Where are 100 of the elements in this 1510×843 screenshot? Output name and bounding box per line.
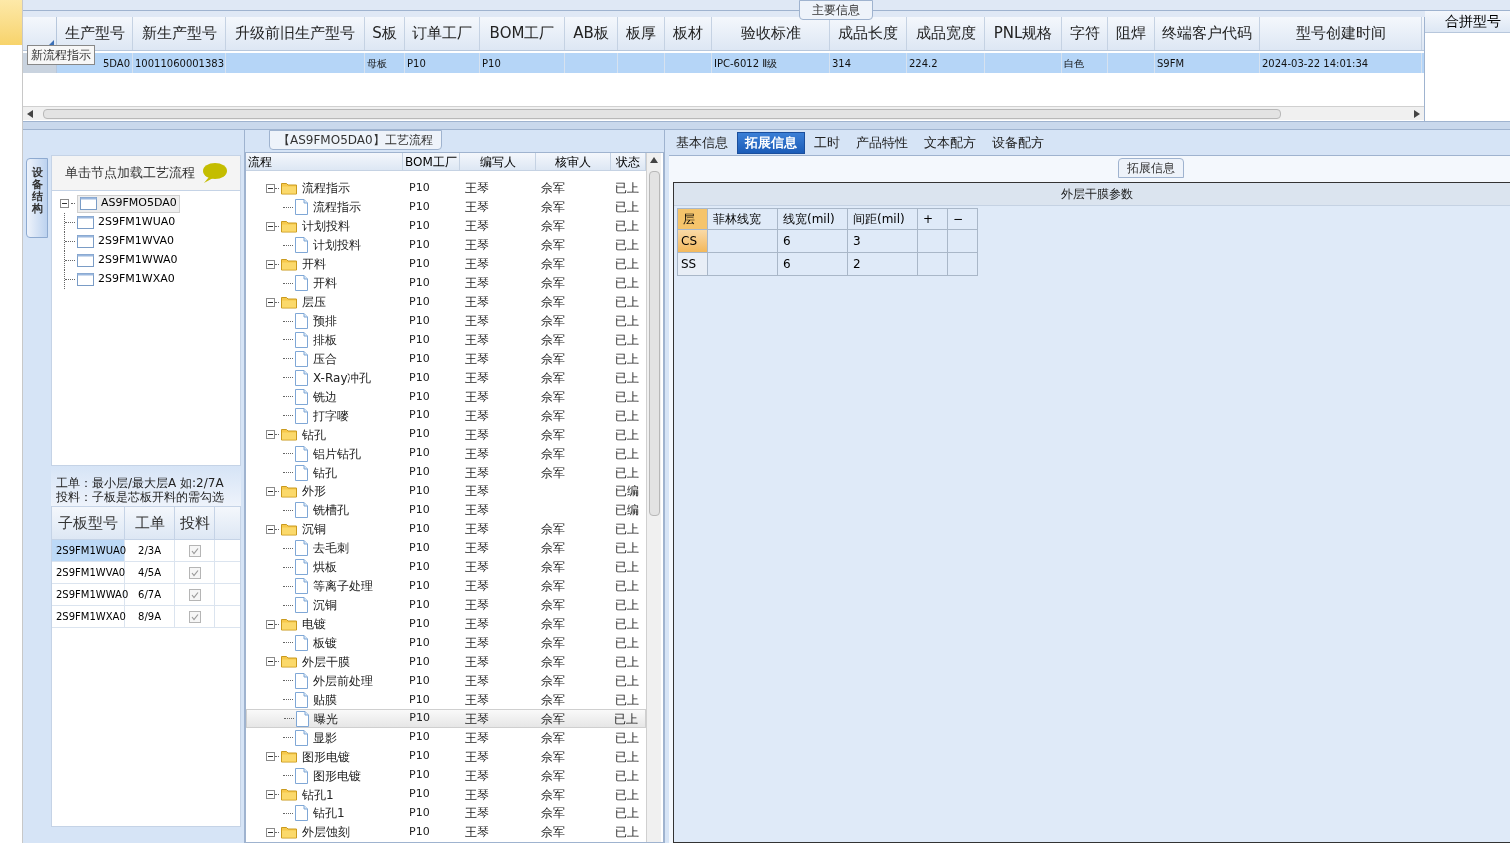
table-cell: 佘军 [541,560,565,575]
table-cell: 已上 [615,370,639,385]
table-cell: P10 [409,692,430,706]
table-cell: 佘军 [541,730,565,745]
table-cell: 佘军 [541,238,565,253]
table-cell: 王琴 [465,635,489,650]
table-cell: 王琴 [465,503,489,518]
table-cell: 已上 [615,389,639,404]
table-cell: 已上 [614,711,639,726]
table-cell-text: 母板 [367,56,387,71]
table-cell: 王琴 [465,711,489,726]
table-cell: 佘军 [541,635,565,650]
table-cell-text: P10 [482,56,501,71]
table-cell: 佘军 [541,200,565,215]
table-cell: 王琴 [465,768,489,783]
table-cell-text: 2024-03-22 14:01:34 [1262,56,1369,71]
table-cell: 王琴 [465,370,489,385]
table-cell: 已编 [615,503,639,518]
table-cell: 佘军 [541,219,565,234]
table-cell: P10 [409,711,430,725]
table-cell: 4/5A [125,562,175,583]
table-cell: 王琴 [465,314,489,328]
table-cell: P10 [409,200,430,214]
table-cell: 已上 [615,825,639,840]
table-cell-text: S9FM [1157,56,1185,71]
table-cell: 佘军 [541,332,565,347]
table-cell: 已上 [615,465,639,480]
table-cell: 王琴 [465,389,489,404]
table-cell: 王琴 [465,257,489,272]
table-cell: P10 [409,351,430,365]
table-cell-text: 2 [853,256,861,273]
table-cell: P10 [409,332,430,346]
table-cell: P10 [409,370,430,384]
table-cell: 已上 [615,238,639,253]
table-cell: 王琴 [465,332,489,347]
table-cell: 佘军 [540,711,565,726]
table-cell: 已上 [615,787,639,802]
table-cell: 佘军 [541,295,565,310]
table-cell: 王琴 [465,560,489,575]
table-cell: 王琴 [465,673,489,688]
table-cell: 已上 [615,200,639,215]
table-cell: P10 [409,219,430,233]
table-cell: 王琴 [465,465,489,480]
table-cell: 王琴 [465,427,489,442]
table-cell: P10 [409,238,430,251]
table-cell: 已上 [615,806,639,821]
table-cell: 佘军 [541,787,565,802]
table-cell: 佘军 [541,749,565,764]
table-cell: 佘军 [541,276,565,291]
table-cell: 王琴 [465,806,489,821]
hint-text: 单击节点加载工艺流程 [65,164,195,183]
table-cell: 王琴 [465,654,489,669]
table-cell: 王琴 [465,200,489,215]
table-cell: 已上 [615,730,639,745]
table-cell: 已上 [615,692,639,707]
table-cell: P10 [409,768,430,782]
table-cell-text: 314 [832,56,852,71]
table-cell: 佘军 [541,408,565,423]
table-cell: P10 [409,597,430,611]
table-cell: 佘军 [541,389,565,404]
table-cell: P10 [409,541,430,554]
table-cell: 已上 [615,560,639,575]
table-cell: 佘军 [541,370,565,385]
table-cell: 已上 [615,768,639,783]
table-cell: 已上 [615,617,639,631]
table-cell: 已上 [615,351,639,366]
table-cell: 已上 [615,427,639,442]
table-cell: 王琴 [465,295,489,310]
table-cell: P10 [409,578,430,592]
table-cell: 王琴 [465,692,489,707]
table-cell: 已上 [615,541,639,556]
table-cell: 佘军 [541,579,565,594]
table-cell: 已上 [615,276,639,291]
section-header: 外层干膜参数 [674,183,1510,206]
table-cell-text: 白色 [1064,56,1084,71]
table-cell: 佘军 [541,181,565,196]
table-cell: 已上 [615,332,639,347]
table-cell: 佘军 [541,314,565,328]
table-cell: 已上 [615,654,639,669]
table-cell: P10 [409,256,430,270]
table-cell: 已上 [615,522,639,537]
table-cell: P10 [409,825,430,839]
table-cell: P10 [409,749,430,763]
table-cell: P10 [409,730,430,744]
table-cell: 佘军 [541,257,565,272]
table-cell: P10 [409,465,430,479]
table-cell: 王琴 [465,351,489,366]
table-cell: 王琴 [465,238,489,253]
table-cell: P10 [409,408,430,422]
table-cell: P10 [409,446,430,460]
group-title: 【AS9FMO5DA0】工艺流程 [269,130,442,150]
table-cell: 王琴 [465,408,489,423]
table-cell: 佘军 [541,522,565,537]
table-cell: 王琴 [465,522,489,537]
table-cell-text: P10 [407,56,426,71]
table-cell: 佘军 [541,806,565,821]
group-title: 主要信息 [799,0,873,20]
table-cell: P10 [409,673,430,687]
table-cell: 8/9A [125,606,175,627]
table-cell: 佘军 [541,351,565,366]
